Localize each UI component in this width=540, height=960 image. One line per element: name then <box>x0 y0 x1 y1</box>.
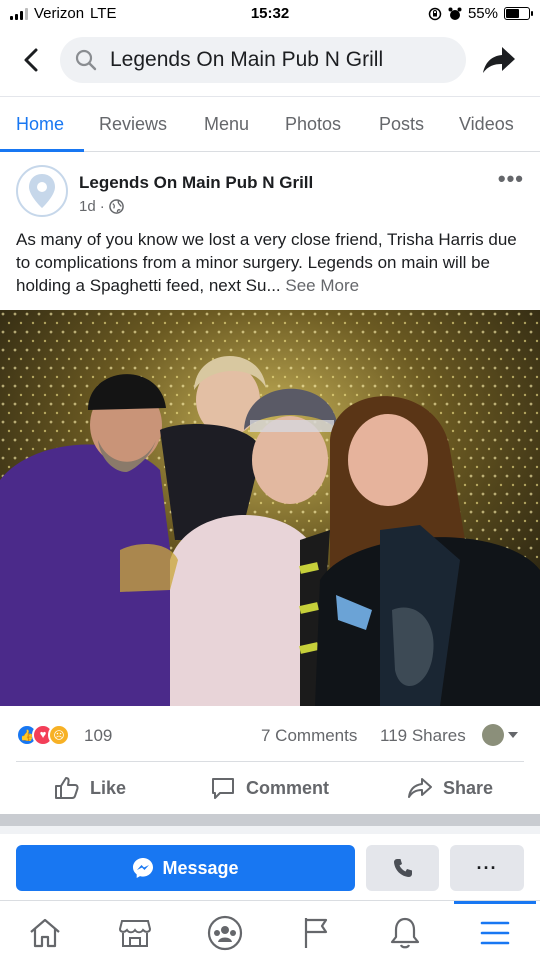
home-icon <box>30 918 60 948</box>
see-more-link[interactable]: See More <box>285 276 359 295</box>
menu-icon <box>480 921 510 945</box>
reactions-row: 👍 ♥ ☹ 109 7 Comments 119 Shares <box>0 720 540 750</box>
more-button[interactable]: ··· <box>450 845 524 891</box>
nav-menu[interactable] <box>475 913 515 953</box>
like-button[interactable]: Like <box>54 776 126 800</box>
tab-videos[interactable]: Videos <box>459 114 514 135</box>
phone-icon <box>393 859 412 877</box>
battery-fill <box>506 9 520 18</box>
post-photo-image <box>0 310 540 706</box>
search-input[interactable]: Legends On Main Pub N Grill <box>60 37 466 83</box>
meta-separator: · <box>99 198 105 215</box>
nav-marketplace[interactable] <box>115 913 155 953</box>
chevron-left-icon[interactable] <box>18 46 46 74</box>
messenger-icon <box>133 858 154 878</box>
post-meta: 1d · <box>79 198 124 215</box>
share-icon <box>408 778 432 798</box>
notifications-bell-icon <box>390 917 420 949</box>
comment-button[interactable]: Comment <box>210 776 329 800</box>
active-tab-indicator <box>0 149 84 152</box>
page-tabs: Home Reviews Menu Photos Posts Videos <box>0 96 540 152</box>
alarm-icon <box>448 7 462 20</box>
comment-icon <box>212 778 234 799</box>
share-arrow-icon[interactable] <box>482 45 516 75</box>
shares-count[interactable]: 119 Shares <box>380 726 466 746</box>
comments-count[interactable]: 7 Comments <box>261 726 357 746</box>
message-label: Message <box>162 857 239 878</box>
globe-icon <box>108 199 124 214</box>
message-button[interactable]: Message <box>16 845 355 891</box>
share-button[interactable]: Share <box>407 776 493 800</box>
battery-icon <box>504 7 533 20</box>
nav-home[interactable] <box>25 913 65 953</box>
status-bar: Verizon LTE 15:32 55% <box>0 0 540 30</box>
page-name[interactable]: Legends On Main Pub N Grill <box>79 173 313 193</box>
groups-icon <box>207 915 243 951</box>
bottom-nav <box>0 900 540 960</box>
viewer-avatar[interactable] <box>482 724 504 746</box>
post-options-button[interactable]: ••• <box>498 166 524 192</box>
search-header: Legends On Main Pub N Grill <box>0 32 540 90</box>
page-avatar[interactable] <box>16 165 68 217</box>
tab-reviews[interactable]: Reviews <box>99 114 167 135</box>
pages-flag-icon <box>304 918 328 948</box>
post-body: As many of you know we lost a very close… <box>16 230 517 295</box>
reaction-icons[interactable]: 👍 ♥ ☹ <box>16 724 70 746</box>
search-icon <box>75 49 97 71</box>
section-separator-light <box>0 826 540 834</box>
post-text: As many of you know we lost a very close… <box>16 228 526 297</box>
thumbs-up-icon <box>55 777 79 799</box>
tab-home[interactable]: Home <box>16 114 64 135</box>
search-query: Legends On Main Pub N Grill <box>110 48 384 71</box>
share-label: Share <box>443 777 494 798</box>
rotation-lock-icon <box>428 7 442 20</box>
comment-label: Comment <box>246 777 330 798</box>
like-label: Like <box>90 777 127 798</box>
post-photo[interactable] <box>0 310 540 706</box>
nav-pages[interactable] <box>295 913 335 953</box>
post-actions: Like Comment Share <box>0 762 540 814</box>
tab-menu[interactable]: Menu <box>204 114 249 135</box>
call-button[interactable] <box>366 845 439 891</box>
post-time[interactable]: 1d <box>79 198 96 215</box>
nav-active-indicator <box>454 901 536 904</box>
reaction-count[interactable]: 109 <box>84 726 112 746</box>
section-separator <box>0 814 540 826</box>
tab-photos[interactable]: Photos <box>285 114 341 135</box>
nav-groups[interactable] <box>205 913 245 953</box>
tab-posts[interactable]: Posts <box>379 114 424 135</box>
battery-percent: 55% <box>467 5 498 22</box>
marketplace-icon <box>118 920 152 947</box>
nav-notifications[interactable] <box>385 913 425 953</box>
caret-down-icon[interactable] <box>508 732 518 738</box>
sad-reaction-icon: ☹ <box>48 724 70 746</box>
status-right: 55% <box>428 5 533 22</box>
location-pin-icon <box>29 174 55 208</box>
